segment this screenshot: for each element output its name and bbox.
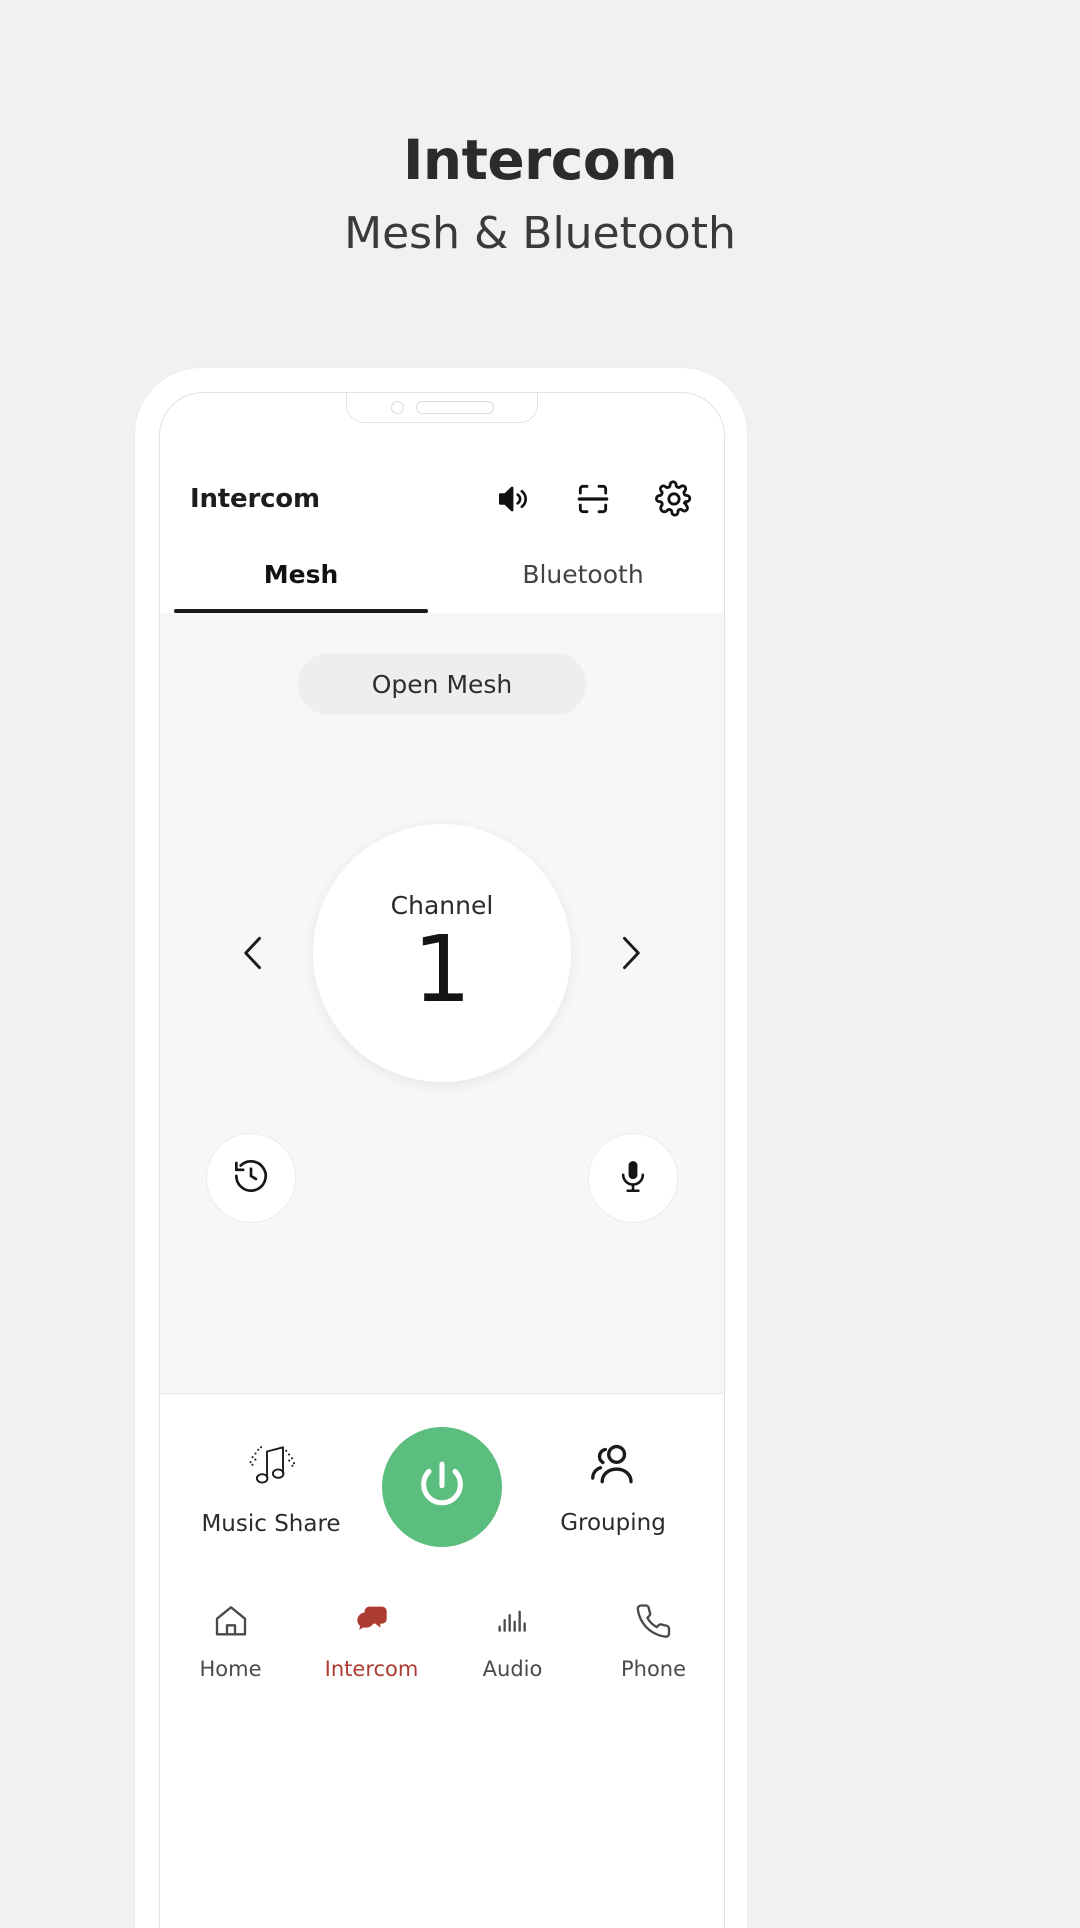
nav-item-audio[interactable]: Audio <box>442 1601 583 1681</box>
nav-label-home: Home <box>199 1657 262 1681</box>
open-mesh-pill[interactable]: Open Mesh <box>298 653 586 715</box>
nav-item-phone[interactable]: Phone <box>583 1601 724 1681</box>
scan-icon[interactable] <box>574 480 612 518</box>
people-icon <box>583 1438 643 1496</box>
front-camera-icon <box>390 400 404 414</box>
bottom-navigation: Home Intercom Audio Phone <box>160 1579 724 1709</box>
mode-tabs: Mesh Bluetooth <box>160 535 724 614</box>
speaker-icon[interactable] <box>494 480 532 518</box>
header-icon-group <box>494 479 694 519</box>
tab-mesh[interactable]: Mesh <box>160 535 442 613</box>
history-icon <box>231 1156 271 1200</box>
phone-screen: Intercom Mesh Bluetooth Open Mesh Channe… <box>159 392 725 1928</box>
tab-mesh-label: Mesh <box>263 559 339 589</box>
channel-display[interactable]: Channel 1 <box>313 824 571 1082</box>
action-bar: Music Share Grouping <box>160 1393 724 1580</box>
page-title: Intercom <box>402 128 678 192</box>
phone-notch <box>346 393 538 423</box>
open-mesh-label: Open Mesh <box>371 669 513 699</box>
channel-selector: Channel 1 <box>160 808 724 1098</box>
phone-mockup: Intercom Mesh Bluetooth Open Mesh Channe… <box>135 368 747 1928</box>
nav-label-audio: Audio <box>482 1657 543 1681</box>
channel-value: 1 <box>412 915 472 1023</box>
microphone-button[interactable] <box>588 1133 678 1223</box>
grouping-label: Grouping <box>560 1509 666 1536</box>
equalizer-icon <box>493 1601 533 1641</box>
page-subtitle: Mesh & Bluetooth <box>344 207 736 259</box>
grouping-button[interactable]: Grouping <box>502 1438 724 1536</box>
app-title: Intercom <box>190 484 320 514</box>
nav-label-phone: Phone <box>620 1657 687 1681</box>
phone-icon <box>634 1601 674 1641</box>
music-share-label: Music Share <box>201 1510 341 1537</box>
power-icon <box>413 1456 471 1518</box>
history-button[interactable] <box>206 1133 296 1223</box>
nav-item-intercom[interactable]: Intercom <box>301 1601 442 1681</box>
power-button[interactable] <box>382 1426 502 1547</box>
music-share-button[interactable]: Music Share <box>160 1437 382 1537</box>
tab-bluetooth[interactable]: Bluetooth <box>442 535 724 613</box>
chevron-right-icon[interactable] <box>597 920 663 986</box>
microphone-icon <box>614 1157 652 1199</box>
page-header: Intercom Mesh & Bluetooth <box>0 0 1080 258</box>
app-header: Intercom <box>160 463 724 535</box>
chevron-left-icon[interactable] <box>221 920 287 986</box>
home-icon <box>211 1601 251 1641</box>
nav-label-intercom: Intercom <box>324 1657 419 1681</box>
tab-bluetooth-label: Bluetooth <box>522 559 644 589</box>
earpiece-speaker-icon <box>415 400 494 414</box>
mesh-content: Open Mesh Channel 1 <box>160 613 724 1393</box>
chat-bubbles-icon <box>352 1601 392 1641</box>
music-note-icon <box>240 1437 302 1497</box>
nav-item-home[interactable]: Home <box>160 1601 301 1681</box>
gear-icon[interactable] <box>654 479 694 519</box>
